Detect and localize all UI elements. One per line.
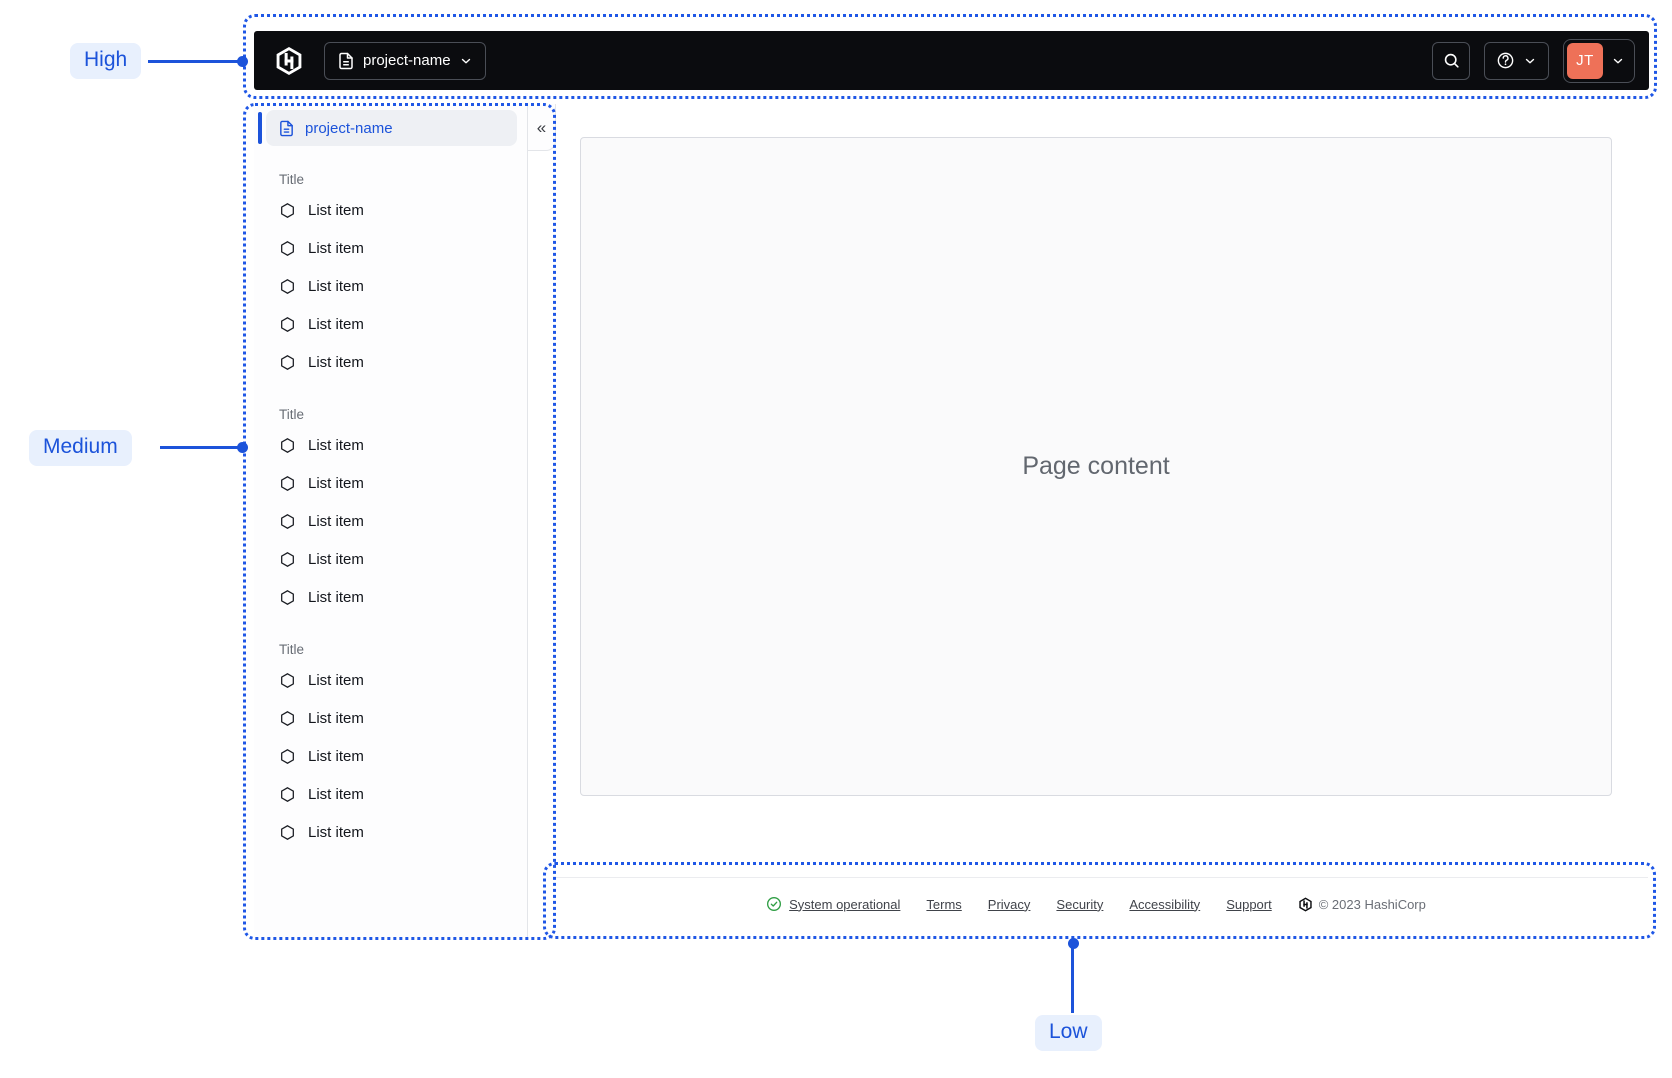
- search-button[interactable]: [1432, 41, 1470, 80]
- annotation-label-medium: Medium: [29, 430, 132, 466]
- hexagon-icon: [279, 710, 296, 727]
- hexagon-icon: [279, 589, 296, 606]
- help-menu-button[interactable]: [1484, 41, 1549, 80]
- sidebar-item-label: List item: [308, 201, 364, 219]
- hexagon-icon: [279, 437, 296, 454]
- sidebar-item-label: List item: [308, 823, 364, 841]
- annotation-label-high: High: [70, 43, 142, 79]
- sidebar-item[interactable]: List item: [279, 267, 527, 305]
- sidebar-item[interactable]: List item: [279, 343, 527, 381]
- sidebar-item-label: List item: [308, 474, 364, 492]
- page-content-placeholder: Page content: [1022, 452, 1170, 480]
- check-circle-icon: [766, 896, 782, 912]
- footer-link-privacy[interactable]: Privacy: [988, 897, 1031, 912]
- hexagon-icon: [279, 240, 296, 257]
- top-navbar: project-name JT: [254, 31, 1649, 90]
- sidebar-item[interactable]: List item: [279, 426, 527, 464]
- hcp-app-frame-annotated: project-name JT project-name Title List …: [0, 0, 1672, 1078]
- status-link[interactable]: System operational: [766, 896, 900, 912]
- sidebar-item[interactable]: List item: [279, 305, 527, 343]
- sidebar-item-label: List item: [308, 239, 364, 257]
- sidebar-item-label: List item: [308, 671, 364, 689]
- project-switcher-label: project-name: [363, 52, 451, 69]
- hexagon-icon: [279, 202, 296, 219]
- sidebar-item[interactable]: List item: [279, 775, 527, 813]
- sidebar-item-label: List item: [308, 315, 364, 333]
- footer-link-security[interactable]: Security: [1056, 897, 1103, 912]
- sidebar-collapse-flap: «: [528, 104, 556, 151]
- sidebar: project-name Title List item List item L…: [254, 104, 528, 940]
- help-icon: [1496, 51, 1515, 70]
- sidebar-item[interactable]: List item: [279, 578, 527, 616]
- sidebar-item-label: List item: [308, 550, 364, 568]
- file-text-icon: [337, 52, 355, 70]
- sidebar-item[interactable]: List item: [279, 464, 527, 502]
- annotation-connector-medium: [160, 446, 239, 449]
- sidebar-item-project-name[interactable]: project-name: [266, 110, 517, 146]
- sidebar-item-label: List item: [308, 785, 364, 803]
- status-label: System operational: [789, 896, 901, 912]
- hexagon-icon: [279, 316, 296, 333]
- sidebar-item[interactable]: List item: [279, 737, 527, 775]
- hashicorp-logo-icon: [1298, 897, 1313, 912]
- hexagon-icon: [279, 278, 296, 295]
- annotation-dot-medium: [237, 442, 248, 453]
- hexagon-icon: [279, 672, 296, 689]
- sidebar-item[interactable]: List item: [279, 540, 527, 578]
- sidebar-item[interactable]: List item: [279, 502, 527, 540]
- footer-divider: [556, 877, 1648, 878]
- sidebar-item-label: List item: [308, 747, 364, 765]
- hexagon-icon: [279, 748, 296, 765]
- footer-link-support[interactable]: Support: [1226, 897, 1272, 912]
- hexagon-icon: [279, 354, 296, 371]
- sidebar-item[interactable]: List item: [279, 661, 527, 699]
- annotation-connector-high: [148, 60, 239, 63]
- hexagon-icon: [279, 513, 296, 530]
- annotation-connector-low: [1071, 948, 1074, 1013]
- sidebar-section-title: Title: [279, 172, 305, 187]
- sidebar-item-label: List item: [308, 709, 364, 727]
- sidebar-section-2: Title List item List item List item List…: [254, 407, 527, 616]
- sidebar-item[interactable]: List item: [279, 813, 527, 851]
- sidebar-section-title: Title: [279, 642, 305, 657]
- chevron-down-icon: [1611, 54, 1625, 68]
- annotation-dot-high: [237, 56, 248, 67]
- hexagon-icon: [279, 824, 296, 841]
- hexagon-icon: [279, 786, 296, 803]
- main-content-panel: Page content: [580, 137, 1612, 796]
- footer-link-terms[interactable]: Terms: [926, 897, 961, 912]
- footer: System operational Terms Privacy Securit…: [580, 886, 1612, 922]
- sidebar-item-label: List item: [308, 436, 364, 454]
- sidebar-item[interactable]: List item: [279, 229, 527, 267]
- active-item-accent-bar: [258, 112, 262, 144]
- hashicorp-logo-icon[interactable]: [274, 46, 304, 76]
- chevron-down-icon: [1523, 54, 1537, 68]
- sidebar-item-label: List item: [308, 353, 364, 371]
- hexagon-icon: [279, 475, 296, 492]
- avatar: JT: [1567, 42, 1603, 79]
- annotation-dot-low: [1067, 937, 1079, 949]
- search-icon: [1442, 51, 1461, 70]
- sidebar-item[interactable]: List item: [279, 699, 527, 737]
- sidebar-active-label: project-name: [305, 119, 393, 137]
- annotation-label-low: Low: [1035, 1015, 1102, 1051]
- hexagon-icon: [279, 551, 296, 568]
- file-text-icon: [278, 120, 295, 137]
- sidebar-item[interactable]: List item: [279, 191, 527, 229]
- user-menu-button[interactable]: JT: [1563, 38, 1635, 83]
- chevron-down-icon: [459, 54, 473, 68]
- sidebar-section-title: Title: [279, 407, 305, 422]
- copyright-text: © 2023 HashiCorp: [1318, 896, 1426, 912]
- sidebar-collapse-button[interactable]: «: [537, 119, 546, 136]
- footer-copyright: © 2023 HashiCorp: [1298, 897, 1426, 912]
- sidebar-item-label: List item: [308, 588, 364, 606]
- sidebar-section-3: Title List item List item List item List…: [254, 642, 527, 851]
- sidebar-item-label: List item: [308, 277, 364, 295]
- sidebar-section-1: Title List item List item List item List…: [254, 172, 527, 381]
- sidebar-item-label: List item: [308, 512, 364, 530]
- footer-link-accessibility[interactable]: Accessibility: [1129, 897, 1200, 912]
- project-switcher-button[interactable]: project-name: [324, 41, 486, 80]
